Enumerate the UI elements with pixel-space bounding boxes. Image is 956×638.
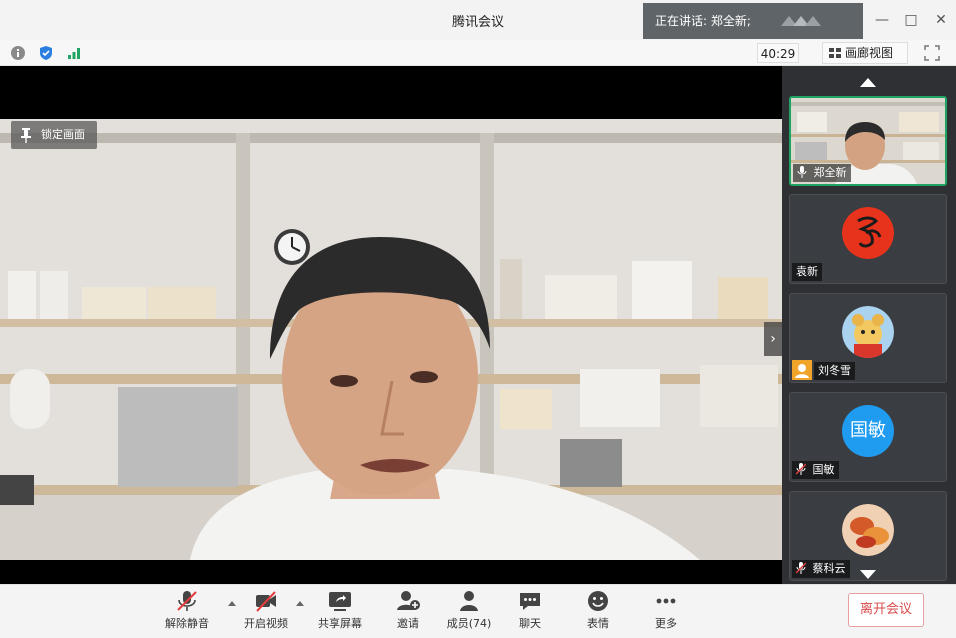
participant-name: 袁新 (796, 265, 818, 278)
chevron-right-icon[interactable]: › (764, 322, 782, 356)
members-label: 成员(74) (446, 617, 492, 630)
members-icon (460, 591, 478, 611)
info-icon[interactable] (10, 45, 26, 61)
leave-meeting-button[interactable]: 离开会议 (848, 593, 924, 627)
chat-button[interactable]: 聊天 (500, 590, 560, 634)
main-video-stage: 锁定画面 › (0, 66, 782, 584)
participant-name-tag: 国敏 (792, 461, 839, 479)
more-icon (656, 598, 676, 604)
start-video-button[interactable]: 开启视频 (236, 590, 296, 634)
participant-tile[interactable]: 国敏 国敏 (789, 392, 947, 482)
members-button[interactable]: 成员(74) (439, 590, 499, 634)
participant-name: 刘冬雪 (818, 364, 851, 377)
scroll-up-icon[interactable] (858, 76, 878, 88)
participant-name: 国敏 (812, 463, 835, 476)
microphone-muted-icon (177, 591, 197, 611)
participant-avatar (842, 306, 894, 358)
lock-view-button[interactable]: 锁定画面 (11, 121, 97, 149)
emoji-label: 表情 (587, 617, 609, 630)
participant-avatar: 国敏 (842, 405, 894, 457)
unmute-label: 解除静音 (165, 617, 209, 630)
chat-icon (520, 593, 540, 610)
shield-icon[interactable] (38, 45, 54, 61)
participant-name-tag: 袁新 (792, 263, 822, 281)
share-screen-label: 共享屏幕 (318, 617, 362, 630)
gallery-icon (829, 48, 841, 58)
microphone-muted-icon (796, 463, 806, 475)
gallery-view-button[interactable]: 画廊视图 (822, 42, 908, 64)
invite-label: 邀请 (397, 617, 419, 630)
emoji-icon (588, 591, 608, 611)
meeting-timer: 40:29 (757, 43, 799, 63)
pin-icon (21, 128, 31, 143)
add-user-icon (397, 591, 420, 610)
title-bar: 腾讯会议 正在讲话: 郑全新; — □ ✕ (0, 0, 956, 40)
participant-tile[interactable]: 蔡科云 (789, 491, 947, 581)
main-video-feed[interactable] (0, 119, 782, 560)
unmute-button[interactable]: 解除静音 (157, 590, 217, 634)
video-options-caret-icon[interactable] (295, 599, 305, 607)
gallery-view-label: 画廊视图 (845, 46, 894, 60)
participant-name-tag: 刘冬雪 (814, 362, 855, 380)
invite-button[interactable]: 邀请 (378, 590, 438, 634)
maximize-button[interactable]: □ (902, 11, 920, 29)
participant-avatar (842, 207, 894, 259)
participant-name: 郑全新 (813, 166, 847, 179)
minimize-button[interactable]: — (873, 11, 891, 29)
participant-avatar (842, 504, 894, 556)
scroll-down-icon[interactable] (858, 569, 878, 581)
tencent-meeting-logo-icon (781, 16, 821, 26)
speaking-indicator: 正在讲话: 郑全新; (643, 3, 863, 39)
camera-off-icon (256, 591, 276, 612)
more-label: 更多 (655, 617, 677, 630)
meeting-window: 腾讯会议 正在讲话: 郑全新; — □ ✕ 40:29 画廊视图 锁定画面 › … (0, 0, 956, 638)
share-screen-icon (329, 592, 351, 611)
info-bar: 40:29 画廊视图 (0, 40, 956, 66)
more-button[interactable]: 更多 (636, 590, 696, 634)
speaking-text: 正在讲话: 郑全新; (655, 14, 751, 28)
chat-label: 聊天 (519, 617, 541, 630)
participant-name-tag: 蔡科云 (792, 560, 850, 578)
fullscreen-icon[interactable] (924, 45, 940, 61)
participant-tile[interactable]: 郑全新 (789, 96, 947, 186)
user-icon (792, 360, 812, 380)
signal-icon[interactable] (66, 45, 82, 61)
start-video-label: 开启视频 (244, 617, 288, 630)
participant-name-tag: 郑全新 (793, 164, 851, 182)
participant-name: 蔡科云 (812, 562, 846, 575)
microphone-icon (797, 166, 807, 178)
microphone-muted-icon (796, 562, 806, 574)
close-button[interactable]: ✕ (932, 11, 950, 29)
participant-tile[interactable]: 袁新 (789, 194, 947, 284)
emoji-button[interactable]: 表情 (568, 590, 628, 634)
meeting-controls: 解除静音 开启视频 共享屏幕 邀请 成员(74) 聊天 表情 更多 离开会议 (0, 584, 956, 638)
lock-view-label: 锁定画面 (41, 128, 85, 141)
participant-tile[interactable]: 刘冬雪 (789, 293, 947, 383)
share-screen-button[interactable]: 共享屏幕 (310, 590, 370, 634)
